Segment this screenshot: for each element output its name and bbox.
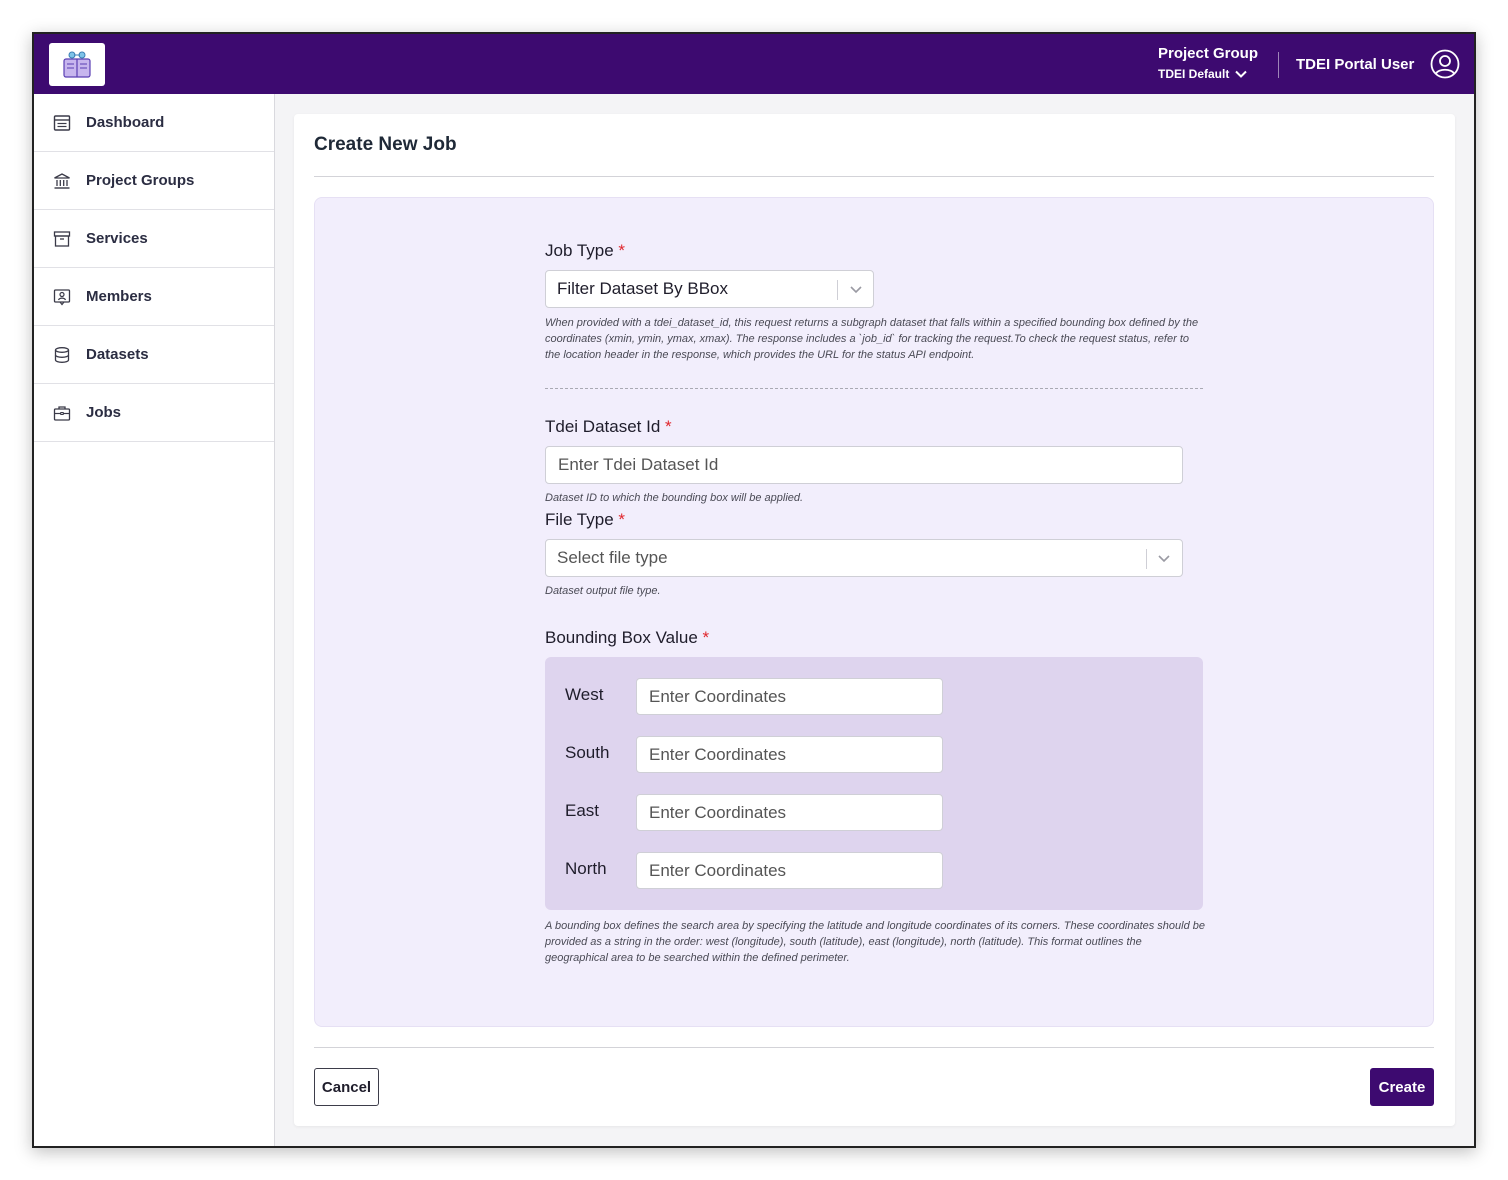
- database-icon: [54, 346, 70, 363]
- job-type-help: When provided with a tdei_dataset_id, th…: [545, 317, 1199, 361]
- job-type-label: Job Type *: [545, 241, 625, 261]
- select-separator: [1146, 549, 1147, 569]
- dataset-id-label: Tdei Dataset Id *: [545, 417, 672, 437]
- file-type-placeholder: Select file type: [557, 548, 668, 567]
- app-window: Project Group TDEI Default TDEI Portal U…: [32, 32, 1476, 1148]
- user-name: TDEI Portal User: [1296, 55, 1415, 73]
- required-mark: *: [702, 628, 710, 647]
- sidebar-item-label: Jobs: [86, 404, 122, 421]
- chevron-down-icon[interactable]: [1157, 550, 1171, 566]
- north-label: North: [565, 859, 607, 878]
- file-type-label-text: File Type: [545, 510, 614, 529]
- sidebar-item-services[interactable]: Services: [34, 210, 274, 268]
- sidebar-item-jobs[interactable]: Jobs: [34, 384, 274, 442]
- south-label: South: [565, 743, 610, 762]
- member-badge-icon: [53, 288, 71, 305]
- sidebar-item-project-groups[interactable]: Project Groups: [34, 152, 274, 210]
- east-input[interactable]: [636, 794, 943, 831]
- sidebar-item-label: Dashboard: [86, 114, 165, 131]
- bbox-help: A bounding box defines the search area b…: [545, 920, 1206, 964]
- project-group-label: Project Group: [1157, 45, 1258, 62]
- required-mark: *: [618, 241, 626, 260]
- create-job-card: Create New Job Job Type * Filter Dataset…: [294, 114, 1455, 1126]
- divider: [314, 176, 1434, 177]
- east-label: East: [565, 801, 600, 820]
- dataset-id-help: Dataset ID to which the bounding box wil…: [545, 492, 804, 504]
- chevron-down-icon[interactable]: [849, 281, 863, 297]
- file-type-select[interactable]: Select file type: [545, 539, 1183, 577]
- west-input[interactable]: [636, 678, 943, 715]
- bank-icon: [54, 172, 70, 189]
- sidebar-item-dashboard[interactable]: Dashboard: [34, 94, 274, 152]
- sidebar-item-members[interactable]: Members: [34, 268, 274, 326]
- south-input[interactable]: [636, 736, 943, 773]
- user-menu[interactable]: TDEI Portal User: [1296, 34, 1460, 94]
- briefcase-icon: [53, 405, 71, 421]
- job-form: Job Type * Filter Dataset By BBox When p…: [314, 197, 1434, 1027]
- top-bar: Project Group TDEI Default TDEI Portal U…: [34, 34, 1474, 94]
- file-type-help: Dataset output file type.: [545, 585, 661, 597]
- west-label: West: [565, 685, 604, 704]
- sidebar-item-label: Services: [86, 230, 148, 247]
- project-group-selector[interactable]: Project Group TDEI Default: [1158, 44, 1258, 84]
- required-mark: *: [665, 417, 672, 436]
- sidebar-item-datasets[interactable]: Datasets: [34, 326, 274, 384]
- user-circle-icon: [1430, 49, 1460, 79]
- file-type-label: File Type *: [545, 510, 625, 530]
- sidebar-item-label: Project Groups: [86, 172, 195, 189]
- dataset-id-input[interactable]: [545, 446, 1183, 484]
- job-type-label-text: Job Type: [545, 241, 614, 260]
- dataset-id-label-text: Tdei Dataset Id: [545, 417, 661, 436]
- job-type-select[interactable]: Filter Dataset By BBox: [545, 270, 874, 308]
- divider: [314, 1047, 1434, 1048]
- sidebar: Dashboard Project Groups Services Member…: [34, 94, 275, 1146]
- bbox-label-text: Bounding Box Value: [545, 628, 698, 647]
- select-separator: [837, 280, 838, 300]
- page-title: Create New Job: [314, 134, 457, 155]
- cancel-button[interactable]: Cancel: [314, 1068, 379, 1106]
- header-divider: [1278, 52, 1279, 78]
- tdei-logo-icon[interactable]: [49, 43, 105, 86]
- project-group-dropdown[interactable]: TDEI Default: [1158, 64, 1258, 84]
- create-button[interactable]: Create: [1370, 1068, 1434, 1106]
- chevron-down-icon: [1235, 70, 1248, 78]
- sidebar-item-label: Members: [86, 288, 152, 305]
- sidebar-item-label: Datasets: [86, 346, 149, 363]
- north-input[interactable]: [636, 852, 943, 889]
- bbox-panel: West South East North: [545, 657, 1203, 910]
- project-group-value: TDEI Default: [1157, 67, 1230, 81]
- dashed-divider: [545, 388, 1203, 389]
- bbox-label: Bounding Box Value *: [545, 628, 709, 648]
- archive-icon: [53, 230, 71, 247]
- required-mark: *: [618, 510, 626, 529]
- job-type-value: Filter Dataset By BBox: [557, 279, 729, 298]
- dashboard-icon: [53, 114, 71, 131]
